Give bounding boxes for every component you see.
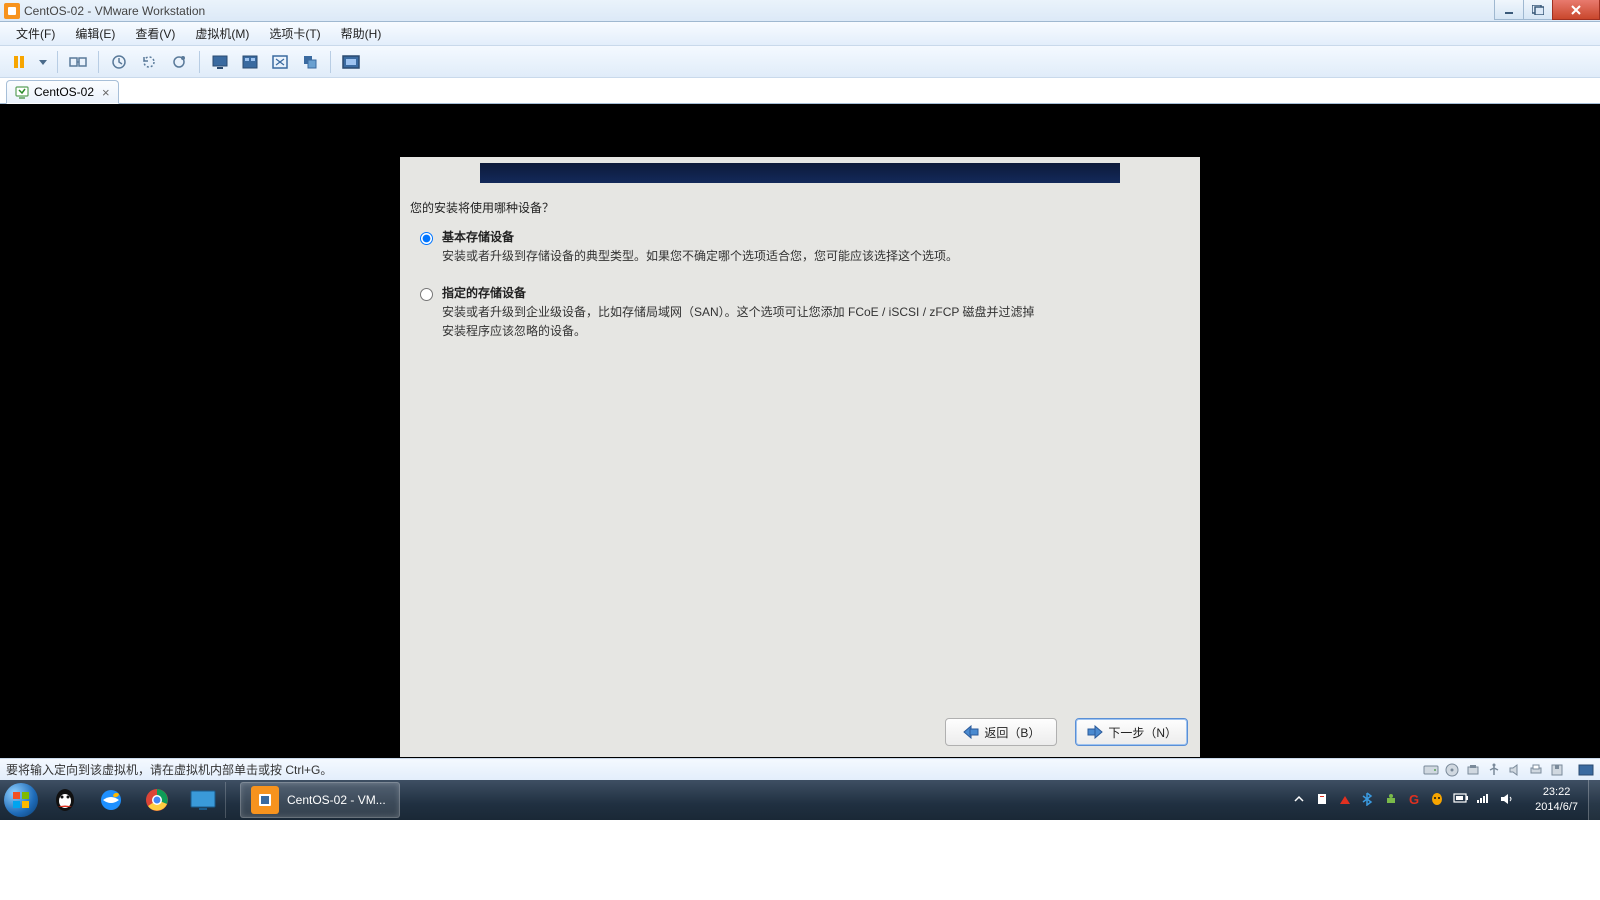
menu-vm[interactable]: 虚拟机(M)	[185, 21, 259, 46]
toolbar-separator	[199, 51, 200, 73]
windows-taskbar: CentOS-02 - VM... G 23:22 2014/6/7	[0, 780, 1600, 820]
pinned-ie[interactable]	[89, 782, 133, 818]
taskbar-item-vmware[interactable]: CentOS-02 - VM...	[240, 782, 400, 818]
centos-installer-panel: 您的安装将使用哪种设备？ 基本存储设备 安装或者升级到存储设备的典型类型。如果您…	[400, 157, 1200, 757]
message-log-icon[interactable]	[1578, 762, 1594, 778]
installer-header	[400, 157, 1200, 185]
menu-view[interactable]: 查看(V)	[125, 21, 185, 46]
option-basic-title: 基本存储设备	[442, 228, 958, 245]
thumbnail-view-button[interactable]	[237, 49, 263, 75]
toolbar	[0, 46, 1600, 78]
pinned-qq[interactable]	[43, 782, 87, 818]
snapshot-button[interactable]	[106, 49, 132, 75]
floppy-icon[interactable]	[1549, 762, 1565, 778]
installer-header-bar	[480, 163, 1120, 183]
maximize-button[interactable]	[1523, 0, 1553, 20]
vm-console-viewport[interactable]: 您的安装将使用哪种设备？ 基本存储设备 安装或者升级到存储设备的典型类型。如果您…	[0, 104, 1600, 758]
tray-power-icon[interactable]	[1453, 792, 1469, 808]
vm-tab-label: CentOS-02	[34, 85, 94, 99]
next-button-label: 下一步（N）	[1108, 724, 1177, 741]
vmware-app-icon	[4, 3, 20, 19]
next-button[interactable]: 下一步（N）	[1075, 718, 1188, 746]
toolbar-separator	[98, 51, 99, 73]
tray-action-center-icon[interactable]	[1315, 792, 1331, 808]
taskbar-item-label: CentOS-02 - VM...	[287, 793, 386, 807]
taskbar-separator	[225, 782, 226, 818]
toolbar-separator	[57, 51, 58, 73]
pause-vm-button[interactable]	[6, 49, 32, 75]
radio-specialized-storage[interactable]	[420, 288, 433, 301]
option-specialized-title: 指定的存储设备	[442, 284, 1042, 301]
taskbar-clock[interactable]: 23:22 2014/6/7	[1525, 785, 1588, 815]
printer-icon[interactable]	[1528, 762, 1544, 778]
pinned-explorer[interactable]	[181, 782, 225, 818]
tray-safely-remove-icon[interactable]	[1384, 792, 1400, 808]
toolbar-separator	[330, 51, 331, 73]
menu-edit[interactable]: 编辑(E)	[65, 21, 125, 46]
storage-option-specialized[interactable]: 指定的存储设备 安装或者升级到企业级设备，比如存储局域网（SAN）。这个选项可让…	[410, 284, 1190, 341]
vmware-status-bar: 要将输入定向到该虚拟机，请在虚拟机内部单击或按 Ctrl+G。	[0, 758, 1600, 780]
menu-tabs[interactable]: 选项卡(T)	[259, 21, 330, 46]
tray-volume-icon[interactable]	[1499, 792, 1515, 808]
back-button-label: 返回（B）	[984, 724, 1040, 741]
installer-question: 您的安装将使用哪种设备？	[410, 199, 1190, 216]
arrow-left-icon	[962, 725, 980, 739]
tray-qq-icon[interactable]	[1430, 792, 1446, 808]
pinned-chrome[interactable]	[135, 782, 179, 818]
revert-snapshot-button[interactable]	[136, 49, 162, 75]
option-basic-desc: 安装或者升级到存储设备的典型类型。如果您不确定哪个选项适合您，您可能应该选择这个…	[442, 247, 958, 266]
tray-wifi-icon[interactable]	[1476, 792, 1492, 808]
arrow-right-icon	[1086, 725, 1104, 739]
show-desktop-button[interactable]	[1588, 780, 1600, 820]
close-tab-icon[interactable]: ×	[102, 86, 110, 99]
show-console-button[interactable]	[207, 49, 233, 75]
manage-snapshot-button[interactable]	[166, 49, 192, 75]
radio-basic-storage[interactable]	[420, 232, 433, 245]
close-button[interactable]	[1552, 0, 1600, 20]
devices-button[interactable]	[65, 49, 91, 75]
storage-option-basic[interactable]: 基本存储设备 安装或者升级到存储设备的典型类型。如果您不确定哪个选项适合您，您可…	[410, 228, 1190, 266]
clock-date: 2014/6/7	[1535, 800, 1578, 815]
usb-controller-icon[interactable]	[1486, 762, 1502, 778]
window-title: CentOS-02 - VMware Workstation	[24, 4, 205, 18]
fullscreen-button[interactable]	[338, 49, 364, 75]
vmware-taskbar-icon	[251, 786, 279, 814]
vm-tab-centos02[interactable]: CentOS-02 ×	[6, 80, 119, 104]
svg-text:G: G	[1409, 792, 1419, 806]
option-specialized-desc: 安装或者升级到企业级设备，比如存储局域网（SAN）。这个选项可让您添加 FCoE…	[442, 303, 1042, 341]
tray-show-hidden-icon[interactable]	[1292, 792, 1308, 808]
unity-button[interactable]	[297, 49, 323, 75]
hard-disk-icon[interactable]	[1423, 762, 1439, 778]
toolbar-dropdown[interactable]	[36, 49, 50, 75]
start-button[interactable]	[0, 780, 42, 820]
tray-antivirus-icon[interactable]: G	[1407, 792, 1423, 808]
status-hint: 要将输入定向到该虚拟机，请在虚拟机内部单击或按 Ctrl+G。	[6, 761, 332, 778]
clock-time: 23:22	[1535, 785, 1578, 800]
cd-dvd-icon[interactable]	[1444, 762, 1460, 778]
window-titlebar: CentOS-02 - VMware Workstation	[0, 0, 1600, 22]
vm-tab-bar: CentOS-02 ×	[0, 78, 1600, 104]
menu-file[interactable]: 文件(F)	[6, 21, 65, 46]
back-button[interactable]: 返回（B）	[945, 718, 1057, 746]
sound-card-icon[interactable]	[1507, 762, 1523, 778]
minimize-button[interactable]	[1494, 0, 1524, 20]
network-adapter-icon[interactable]	[1465, 762, 1481, 778]
menu-bar: 文件(F) 编辑(E) 查看(V) 虚拟机(M) 选项卡(T) 帮助(H)	[0, 22, 1600, 46]
stretch-guest-button[interactable]	[267, 49, 293, 75]
menu-help[interactable]: 帮助(H)	[331, 21, 392, 46]
tray-network-icon[interactable]	[1338, 792, 1354, 808]
vm-tab-icon	[15, 85, 29, 99]
windows-logo-icon	[11, 790, 31, 810]
tray-bluetooth-icon[interactable]	[1361, 792, 1377, 808]
